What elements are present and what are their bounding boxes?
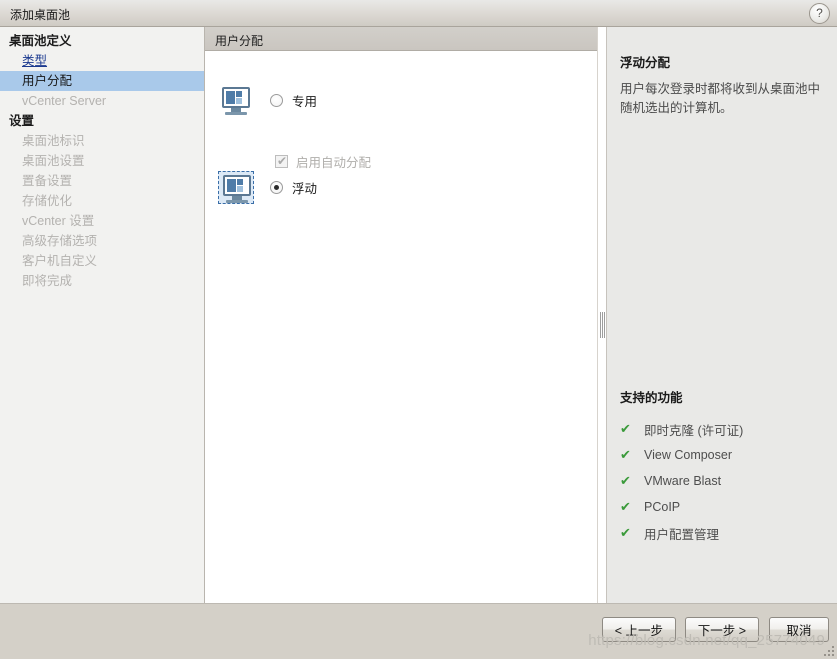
sidebar-item-pool-identification: 桌面池标识	[22, 134, 85, 148]
add-desktop-pool-dialog: 添加桌面池 ? 桌面池定义 类型 用户分配 vCenter Server 设置 …	[0, 0, 837, 659]
cancel-button[interactable]: 取消	[769, 617, 829, 642]
panel-header-title: 用户分配	[215, 34, 264, 48]
panel-header: 用户分配	[205, 27, 607, 51]
feature-label: PCoIP	[644, 500, 681, 514]
help-icon-glyph: ?	[816, 6, 823, 20]
sidebar-item-pool-settings: 桌面池设置	[22, 154, 85, 168]
panel-splitter[interactable]	[597, 27, 607, 603]
feature-row: ✔ View Composer	[620, 442, 830, 468]
feature-row: ✔ PCoIP	[620, 494, 830, 520]
radio-floating-label[interactable]: 浮动	[292, 178, 317, 197]
check-icon: ✔	[620, 499, 631, 514]
next-button[interactable]: 下一步 >	[684, 617, 759, 642]
feature-label: View Composer	[644, 448, 733, 462]
window-title: 添加桌面池	[10, 8, 71, 22]
info-panel-top: 浮动分配 用户每次登录时都将收到从桌面池中随机选出的计算机。	[607, 52, 837, 118]
main-content-panel: 用户分配 专用 ✔ 启用自动分配 浮动	[205, 27, 607, 603]
radio-floating[interactable]	[270, 181, 283, 194]
radio-dedicated-label[interactable]: 专用	[292, 91, 317, 110]
title-bar: 添加桌面池 ?	[0, 0, 837, 27]
sidebar-item-ready-to-complete: 即将完成	[22, 274, 73, 288]
splitter-grip-icon	[600, 312, 605, 338]
sidebar-item-guest-customization: 客户机自定义	[22, 254, 98, 268]
check-icon: ✔	[620, 421, 631, 436]
dialog-footer: < 上一步 下一步 > 取消 https://blog.csdn.net/qq_…	[0, 603, 837, 659]
feature-row: ✔ 用户配置管理	[620, 520, 830, 546]
panel-body: 专用 ✔ 启用自动分配 浮动	[205, 52, 605, 603]
back-button[interactable]: < 上一步	[601, 617, 676, 642]
feature-row: ✔ VMware Blast	[620, 468, 830, 494]
help-icon[interactable]: ?	[809, 3, 830, 24]
resize-grip-icon[interactable]	[822, 644, 834, 656]
check-icon: ✔	[620, 473, 631, 488]
checkbox-enable-auto-assignment-label: 启用自动分配	[296, 156, 372, 170]
monitor-icon	[218, 84, 254, 117]
info-panel: 浮动分配 用户每次登录时都将收到从桌面池中随机选出的计算机。 支持的功能 ✔ 即…	[607, 27, 837, 603]
check-icon: ✔	[620, 447, 631, 462]
checkbox-enable-auto-assignment: ✔	[275, 154, 288, 168]
feature-label: 用户配置管理	[644, 527, 720, 542]
sidebar-item-advanced-storage-options: 高级存储选项	[22, 234, 98, 248]
option-dedicated[interactable]: 专用	[218, 84, 317, 117]
check-icon: ✔	[620, 525, 631, 540]
checkbox-enable-auto-assignment-row: ✔ 启用自动分配	[275, 152, 371, 171]
sidebar-item-storage-optimization: 存储优化	[22, 194, 73, 208]
sidebar-item-vcenter-settings: vCenter 设置	[22, 214, 95, 228]
feature-label: VMware Blast	[644, 474, 722, 488]
sidebar-item-vcenter-server: vCenter Server	[22, 94, 107, 108]
feature-row: ✔ 即时克隆 (许可证)	[620, 416, 830, 442]
supported-features-section: 支持的功能 ✔ 即时克隆 (许可证) ✔ View Composer ✔ VMw…	[620, 387, 830, 546]
info-panel-title: 浮动分配	[620, 56, 671, 70]
feature-label: 即时克隆 (许可证)	[644, 423, 744, 438]
sidebar-item-user-assignment[interactable]: 用户分配	[0, 71, 204, 91]
supported-features-title: 支持的功能	[620, 391, 683, 405]
monitor-icon-selected	[218, 171, 254, 204]
sidebar-item-type[interactable]: 类型	[0, 51, 204, 71]
sidebar-item-provisioning-settings: 置备设置	[22, 174, 73, 188]
sidebar-group-settings: 设置	[9, 114, 35, 128]
wizard-sidebar: 桌面池定义 类型 用户分配 vCenter Server 设置 桌面池标识 桌面…	[0, 27, 205, 603]
info-panel-description: 用户每次登录时都将收到从桌面池中随机选出的计算机。	[620, 82, 821, 115]
sidebar-group-pool-definition: 桌面池定义	[9, 34, 72, 48]
option-floating[interactable]: 浮动	[218, 171, 317, 204]
radio-dedicated[interactable]	[270, 94, 283, 107]
